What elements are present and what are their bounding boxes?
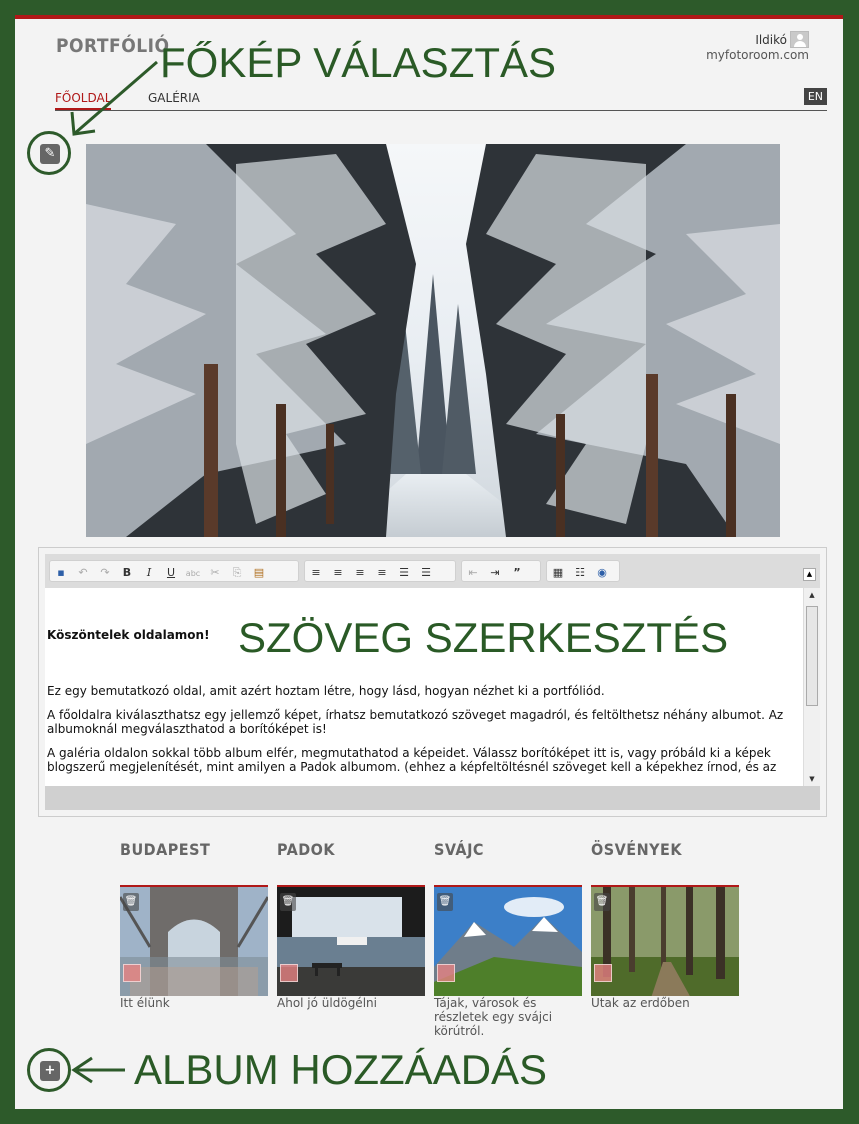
annotation-arrows [70, 60, 158, 1084]
